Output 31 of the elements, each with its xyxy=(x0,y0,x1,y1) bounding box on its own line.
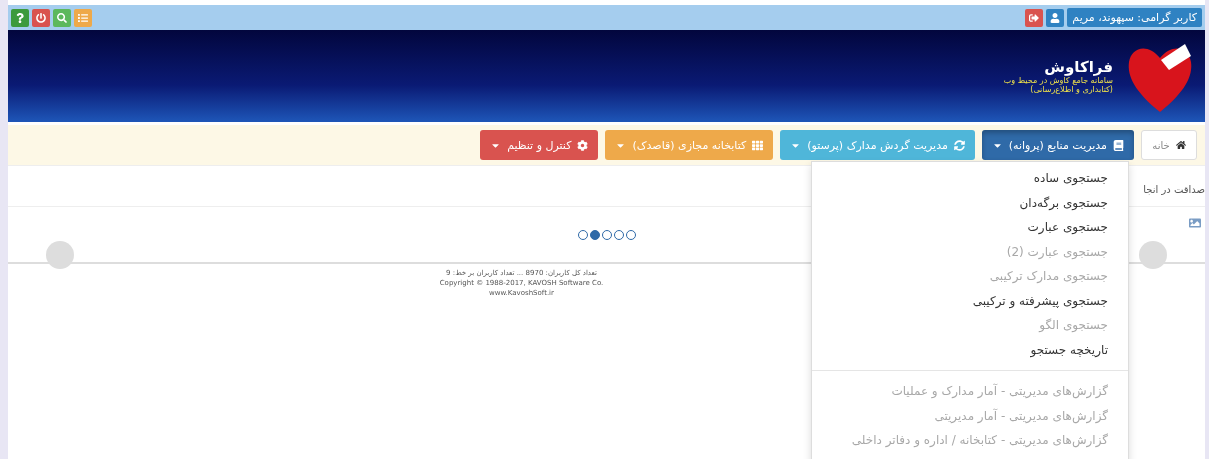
site-subtitle: (کتابداری و اطلاع‌رسانی) xyxy=(1030,85,1113,94)
book-icon xyxy=(1113,139,1124,151)
search-icon[interactable] xyxy=(53,8,71,27)
menu-item[interactable]: جستجوی ساده xyxy=(812,166,1128,191)
logout-icon[interactable] xyxy=(1025,8,1044,27)
menu-item[interactable]: جستجوی برگه‌دان xyxy=(812,190,1128,215)
carousel-dot[interactable] xyxy=(613,229,624,240)
menu-item[interactable]: جستجوی پیشرفته و ترکیبی xyxy=(812,288,1128,313)
settings-icon xyxy=(577,139,589,151)
grid-icon xyxy=(752,139,764,151)
carousel-dot[interactable] xyxy=(625,229,636,240)
nav-menu-button[interactable]: کتابخانه مجازی (قاصدک) xyxy=(605,130,774,160)
carousel-dot[interactable] xyxy=(577,229,588,240)
user-label: کاربر گرامی: سپهوند، مریم xyxy=(1067,8,1202,27)
home-button[interactable]: خانه xyxy=(1141,130,1197,160)
nav-menu-button[interactable]: کنترل و تنظیم xyxy=(480,130,599,160)
site-title: فراکاوش xyxy=(1044,58,1113,76)
nav-menu-button[interactable]: مدیریت منابع (پروانه) xyxy=(981,130,1134,160)
menu-item[interactable]: جستجوی عبارت xyxy=(812,215,1128,240)
broken-image-icon xyxy=(1189,217,1201,229)
nav-menu-button[interactable]: مدیریت گردش مدارک (پرستو) xyxy=(780,130,975,160)
carousel-dot[interactable] xyxy=(601,229,612,240)
site-subtitle: سامانه جامع کاوش در محیط وب xyxy=(1003,76,1113,85)
news-ticker: صداقت در انجا xyxy=(1143,183,1205,195)
sync-icon xyxy=(953,139,965,151)
power-icon[interactable] xyxy=(32,8,50,27)
home-icon xyxy=(1175,140,1186,150)
menu-item[interactable]: تاریخچه جستجو xyxy=(812,337,1128,362)
help-icon[interactable] xyxy=(11,8,29,27)
user-icon[interactable] xyxy=(1046,8,1065,27)
carousel-dot[interactable] xyxy=(589,229,600,240)
